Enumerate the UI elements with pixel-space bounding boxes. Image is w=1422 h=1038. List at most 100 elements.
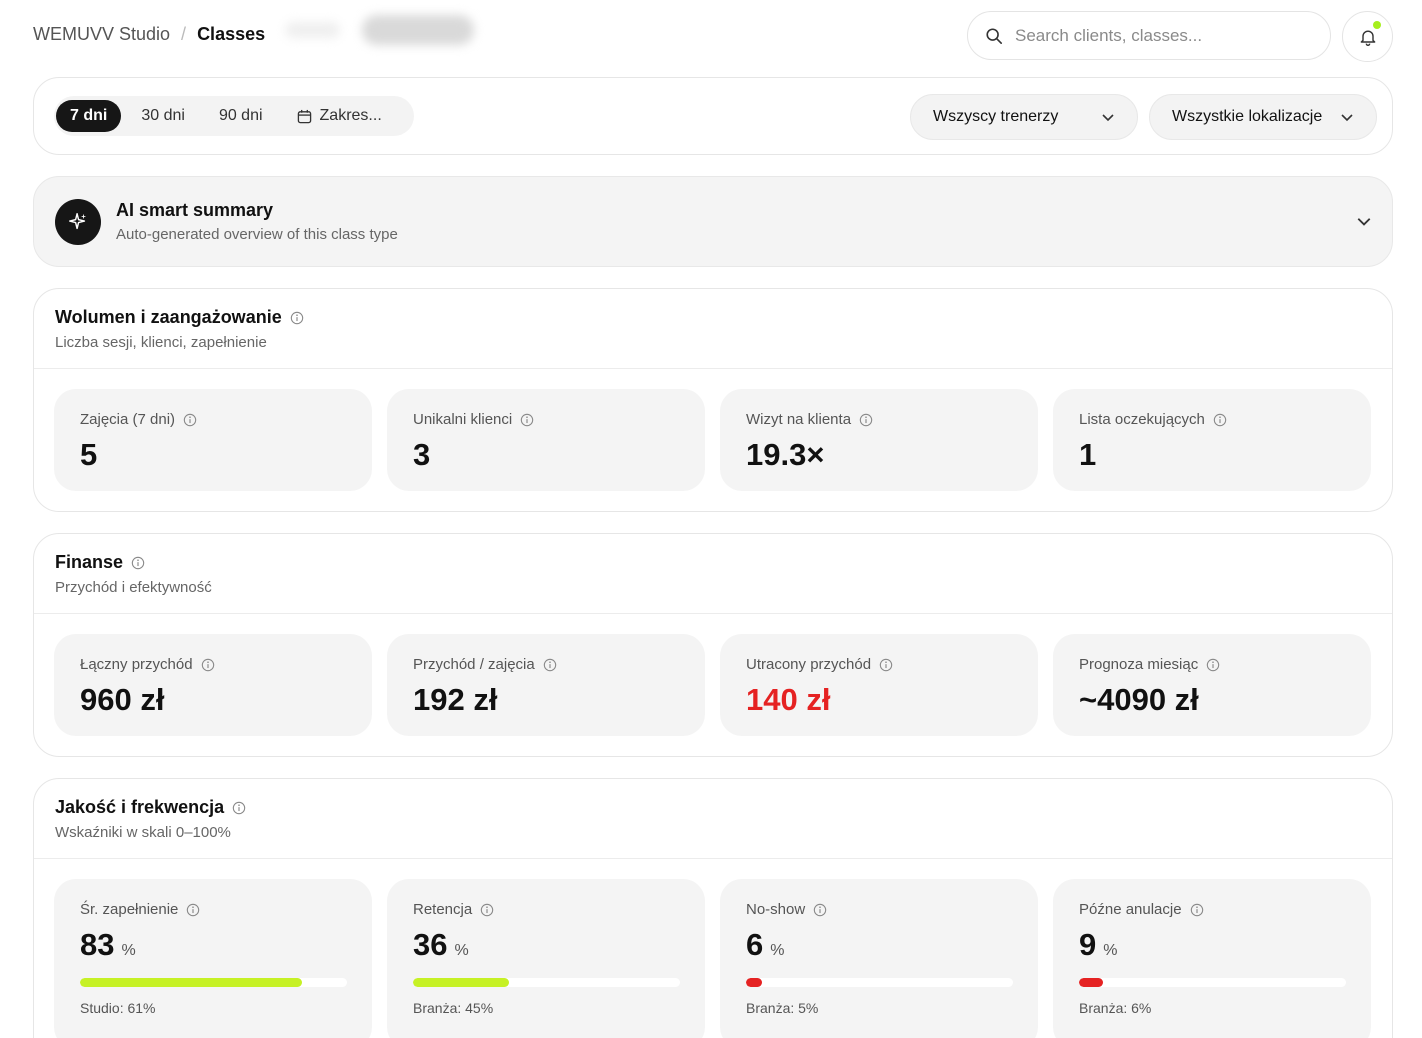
info-icon[interactable] [1213, 413, 1227, 427]
metric-value: 6% [746, 927, 784, 963]
progress-bar [746, 978, 1013, 987]
metric-unit: % [454, 942, 469, 959]
info-icon[interactable] [813, 903, 827, 917]
breadcrumb-current: Classes [197, 24, 266, 44]
bell-icon [1360, 30, 1375, 46]
metric-label-text: Łączny przychód [80, 656, 193, 673]
metric-label: Wizyt na klienta [746, 411, 873, 428]
metric-label-text: Lista oczekujących [1079, 411, 1205, 428]
metric-card: Unikalni klienci 3 [387, 389, 705, 491]
location-dropdown-label: Wszystkie lokalizacje [1172, 108, 1323, 125]
range-30-days[interactable]: 30 dni [127, 100, 199, 132]
metric-card: Retencja 36% Branża: 45% [387, 879, 705, 1038]
info-icon[interactable] [290, 311, 304, 325]
benchmark-text: Branża: 5% [746, 1000, 819, 1016]
metric-value: 960 zł [80, 682, 165, 717]
progress-bar [80, 978, 347, 987]
metric-value: 1 [1079, 437, 1097, 472]
search-input[interactable] [1015, 25, 1315, 46]
metric-card: Przychód / zajęcia 192 zł [387, 634, 705, 736]
info-icon[interactable] [859, 413, 873, 427]
section-subtitle: Wskaźniki w skali 0–100% [55, 824, 231, 841]
metric-label: Lista oczekujących [1079, 411, 1227, 428]
metric-label: Śr. zapełnienie [80, 901, 200, 918]
blurred-content [285, 22, 340, 38]
benchmark-text: Branża: 45% [413, 1000, 494, 1016]
metric-number: 36 [413, 927, 448, 962]
info-icon[interactable] [543, 658, 557, 672]
section-subtitle: Przychód i efektywność [55, 579, 212, 596]
metric-value: 83% [80, 927, 136, 963]
info-icon[interactable] [201, 658, 215, 672]
range-7-days[interactable]: 7 dni [56, 100, 122, 132]
metric-label: Retencja [413, 901, 494, 918]
breadcrumb-separator: / [181, 24, 187, 44]
metric-card: Łączny przychód 960 zł [54, 634, 372, 736]
quality-section: Jakość i frekwencja Wskaźniki w skali 0–… [33, 778, 1393, 1038]
finance-section: Finanse Przychód i efektywność Łączny pr… [33, 533, 1393, 757]
filter-bar: 7 dni 30 dni 90 dni Zakres... Wszyscy tr… [33, 77, 1393, 155]
trainer-dropdown-label: Wszyscy trenerzy [933, 108, 1059, 125]
info-icon[interactable] [480, 903, 494, 917]
metric-card: Wizyt na klienta 19.3× [720, 389, 1038, 491]
section-title-text: Wolumen i zaangażowanie [55, 307, 282, 327]
metric-label: Przychód / zajęcia [413, 656, 557, 673]
metric-label: Zajęcia (7 dni) [80, 411, 197, 428]
metric-label-text: Utracony przychód [746, 656, 872, 673]
metric-label-text: Prognoza miesiąc [1079, 656, 1199, 673]
ai-summary-title: AI smart summary [116, 200, 274, 220]
metric-card: Śr. zapełnienie 83% Studio: 61% [54, 879, 372, 1038]
section-subtitle: Liczba sesji, klienci, zapełnienie [55, 334, 267, 351]
metric-cards: Śr. zapełnienie 83% Studio: 61% Retencja… [54, 879, 1371, 1038]
metric-label: Prognoza miesiąc [1079, 656, 1220, 673]
metric-label-text: No-show [746, 901, 806, 918]
notifications-button[interactable] [1342, 11, 1393, 62]
metric-value: 5 [80, 437, 98, 472]
metric-label: Późne anulacje [1079, 901, 1204, 918]
progress-fill [1079, 978, 1104, 987]
range-custom-label: Zakres... [319, 107, 382, 124]
benchmark-text: Studio: 61% [80, 1000, 156, 1016]
progress-bar [413, 978, 680, 987]
info-icon[interactable] [183, 413, 197, 427]
info-icon[interactable] [520, 413, 534, 427]
metric-value: 36% [413, 927, 469, 963]
metric-unit: % [1103, 942, 1118, 959]
section-header: Wolumen i zaangażowanie Liczba sesji, kl… [34, 289, 1392, 369]
metric-card: Późne anulacje 9% Branża: 6% [1053, 879, 1371, 1038]
trainer-dropdown[interactable]: Wszyscy trenerzy [910, 94, 1138, 140]
metric-cards: Zajęcia (7 dni) 5 Unikalni klienci 3 Wiz… [54, 389, 1371, 491]
metric-label-text: Późne anulacje [1079, 901, 1182, 918]
search-icon [986, 27, 1003, 44]
benchmark-text: Branża: 6% [1079, 1000, 1152, 1016]
info-icon[interactable] [131, 556, 145, 570]
chevron-down-icon [1102, 114, 1114, 122]
section-title: Jakość i frekwencja [55, 797, 246, 818]
metric-value: ~4090 zł [1079, 682, 1199, 717]
metric-label: Łączny przychód [80, 656, 215, 673]
range-custom[interactable]: Zakres... [283, 100, 396, 132]
progress-bar [1079, 978, 1346, 987]
volume-section: Wolumen i zaangażowanie Liczba sesji, kl… [33, 288, 1393, 512]
metric-label-text: Zajęcia (7 dni) [80, 411, 176, 428]
metric-value: 19.3× [746, 437, 825, 472]
info-icon[interactable] [232, 801, 246, 815]
metric-label: No-show [746, 901, 827, 918]
breadcrumb-studio-link[interactable]: WEMUVV Studio [33, 24, 170, 45]
metric-number: 6 [746, 927, 764, 962]
metric-card: Lista oczekujących 1 [1053, 389, 1371, 491]
chevron-down-icon[interactable] [1356, 213, 1372, 229]
range-90-days[interactable]: 90 dni [205, 100, 277, 132]
blurred-content [362, 15, 474, 45]
info-icon[interactable] [1190, 903, 1204, 917]
ai-summary-panel[interactable]: AI smart summary Auto-generated overview… [33, 176, 1393, 267]
location-dropdown[interactable]: Wszystkie lokalizacje [1149, 94, 1377, 140]
metric-card: No-show 6% Branża: 5% [720, 879, 1038, 1038]
section-title: Wolumen i zaangażowanie [55, 307, 304, 328]
info-icon[interactable] [1206, 658, 1220, 672]
metric-label-text: Retencja [413, 901, 473, 918]
info-icon[interactable] [879, 658, 893, 672]
info-icon[interactable] [186, 903, 200, 917]
metric-value: 3 [413, 437, 431, 472]
search-box[interactable] [967, 11, 1331, 60]
